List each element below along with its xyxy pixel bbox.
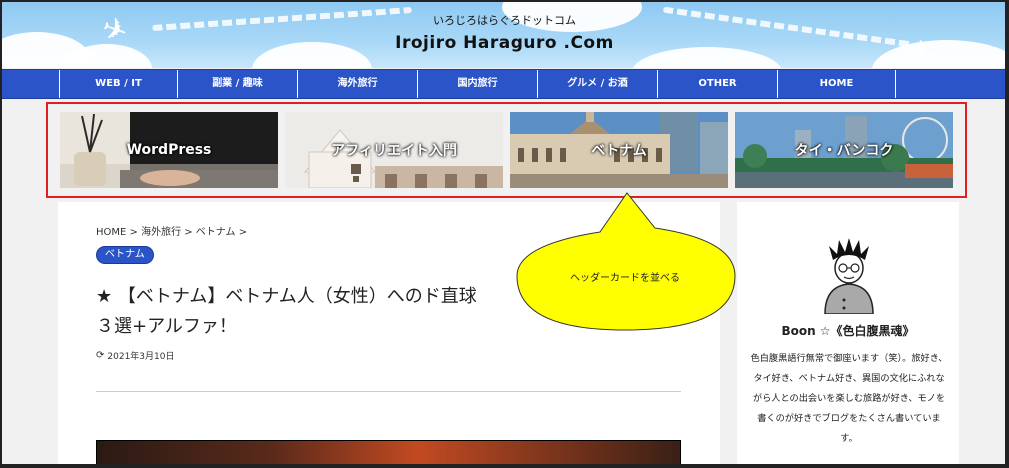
callout-text: ヘッダーカードを並べる bbox=[570, 273, 680, 284]
post-date-text: 2021年3月10日 bbox=[107, 352, 175, 362]
nav-spacer bbox=[2, 70, 60, 98]
article-content: HOME > 海外旅行 > ベトナム > ベトナム ★ 【ベトナム】ベトナム人（… bbox=[58, 202, 720, 464]
site-header: ✈ ✈ いろじろはらぐろドットコム Irojiro Haraguro .Com bbox=[2, 2, 1005, 68]
post-date: ⟳ 2021年3月10日 bbox=[96, 349, 174, 362]
header-card-affiliate[interactable]: アフィリエイト入門 bbox=[285, 112, 503, 188]
breadcrumb[interactable]: HOME > 海外旅行 > ベトナム > bbox=[96, 223, 247, 238]
nav-item-gourmet[interactable]: グルメ / お酒 bbox=[538, 70, 658, 98]
nav-item-home[interactable]: HOME bbox=[778, 70, 896, 98]
global-nav: WEB / IT 副業 / 趣味 海外旅行 国内旅行 グルメ / お酒 OTHE… bbox=[2, 69, 1005, 99]
refresh-icon: ⟳ bbox=[96, 350, 105, 361]
post-title-line: ３選+アルファ！ bbox=[96, 316, 237, 337]
category-badge[interactable]: ベトナム bbox=[96, 246, 154, 264]
post-title-line: ★ 【ベトナム】ベトナム人（女性）へのド直球 bbox=[96, 286, 477, 307]
divider bbox=[96, 391, 681, 392]
card-label: ベトナム bbox=[591, 143, 647, 159]
card-label: アフィリエイト入門 bbox=[331, 143, 457, 159]
post-title: ★ 【ベトナム】ベトナム人（女性）へのド直球 ３選+アルファ！ bbox=[96, 282, 696, 342]
author-avatar bbox=[824, 238, 874, 314]
post-hero-image bbox=[96, 440, 681, 464]
sidebar-profile: Boon ☆《色白腹黒魂》 色白腹黒語行無常で御座います（笑）。旅好き、タイ好き… bbox=[737, 202, 959, 464]
nav-item-overseas-travel[interactable]: 海外旅行 bbox=[298, 70, 418, 98]
header-card-thai-bangkok[interactable]: タイ・バンコク bbox=[735, 112, 953, 188]
nav-item-web-it[interactable]: WEB / IT bbox=[60, 70, 178, 98]
header-card-vietnam[interactable]: ベトナム bbox=[510, 112, 728, 188]
screenshot-frame: ✈ ✈ いろじろはらぐろドットコム Irojiro Haraguro .Com … bbox=[0, 0, 1009, 468]
nav-item-domestic-travel[interactable]: 国内旅行 bbox=[418, 70, 538, 98]
card-label: WordPress bbox=[126, 142, 212, 158]
header-cards-highlight: WordPress アフィリエイト入門 ベトナム タイ・バンコク bbox=[46, 102, 967, 198]
nav-item-other[interactable]: OTHER bbox=[658, 70, 778, 98]
author-bio: 色白腹黒語行無常で御座います（笑）。旅好き、タイ好き、ベトナム好き、異国の文化に… bbox=[750, 353, 948, 444]
site-title[interactable]: Irojiro Haraguro .Com bbox=[2, 33, 1005, 53]
header-card-wordpress[interactable]: WordPress bbox=[60, 112, 278, 188]
nav-item-side-job[interactable]: 副業 / 趣味 bbox=[178, 70, 298, 98]
card-label: タイ・バンコク bbox=[794, 143, 894, 159]
author-name: Boon ☆《色白腹黒魂》 bbox=[781, 324, 915, 338]
site-tagline: いろじろはらぐろドットコム bbox=[433, 14, 576, 27]
